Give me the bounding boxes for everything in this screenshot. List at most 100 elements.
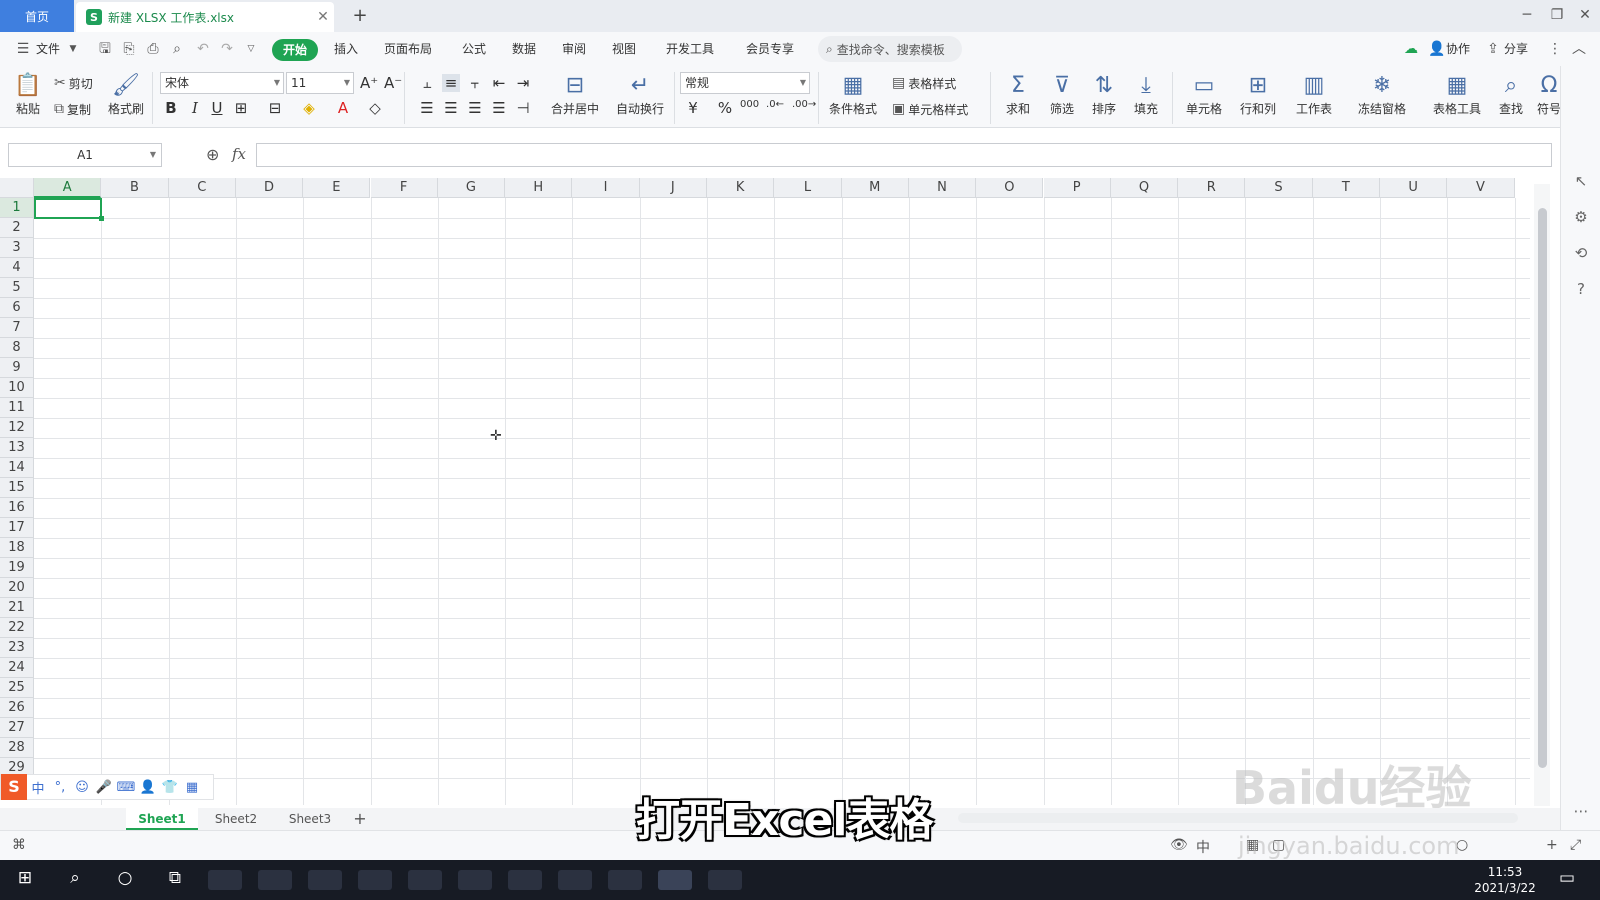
align-center-icon[interactable]: ☰	[442, 99, 460, 117]
fill-button[interactable]: ⤓ 填充	[1128, 70, 1164, 117]
zoom-in-icon[interactable]: +	[1546, 837, 1558, 853]
add-sheet-button[interactable]: +	[350, 808, 370, 830]
taskbar-app[interactable]	[558, 870, 592, 890]
font-name-select[interactable]: 宋体 ▼	[160, 72, 284, 94]
undo-icon[interactable]: ↶	[194, 40, 212, 58]
border-icon[interactable]: ⊞	[232, 99, 250, 117]
row-header[interactable]: 23	[0, 638, 34, 658]
notification-icon[interactable]: ▭	[1552, 868, 1582, 888]
italic-icon[interactable]: I	[186, 99, 204, 117]
customize-quick-access-icon[interactable]: ▽	[242, 40, 260, 58]
more-dots-icon[interactable]: ⋯	[1571, 802, 1591, 822]
hamburger-icon[interactable]: ☰	[14, 40, 32, 58]
cell-style-button[interactable]: ▣ 单元格样式	[892, 98, 968, 120]
tab-document[interactable]: S 新建 XLSX 工作表.xlsx ✕	[76, 2, 334, 32]
increase-font-icon[interactable]: A⁺	[360, 74, 378, 92]
formula-input[interactable]	[256, 143, 1552, 167]
clear-format-icon[interactable]: ◇	[366, 99, 384, 117]
user-icon[interactable]: 👤	[137, 780, 159, 795]
active-cell[interactable]	[34, 198, 104, 221]
taskbar-app[interactable]	[708, 870, 742, 890]
column-header[interactable]: E	[303, 178, 371, 198]
spreadsheet-grid[interactable]: ABCDEFGHIJKLMNOPQRSTUV 1 2 3 4 5 6 7 8 9 10 11 12 13…	[0, 178, 1532, 805]
fill-color-icon[interactable]: ◈	[300, 99, 318, 117]
system-clock[interactable]: 11:53 2021/3/22	[1470, 864, 1540, 896]
underline-icon[interactable]: U	[208, 99, 226, 117]
column-header[interactable]: G	[437, 178, 506, 198]
font-color-icon[interactable]: A	[334, 99, 352, 117]
distribute-icon[interactable]: ⊣	[514, 99, 532, 117]
select-all-corner[interactable]	[0, 178, 34, 198]
indent-decrease-icon[interactable]: ⇤	[490, 74, 508, 92]
column-header[interactable]: B	[101, 178, 169, 198]
taskbar-app[interactable]	[208, 870, 242, 890]
chevron-down-icon[interactable]: ▼	[64, 40, 82, 58]
menu-view[interactable]: 视图	[612, 40, 636, 57]
column-header[interactable]: L	[774, 178, 842, 198]
row-header[interactable]: 12	[0, 418, 34, 438]
collab-button[interactable]: 协作	[1446, 40, 1470, 57]
row-header[interactable]: 1	[0, 198, 34, 218]
taskbar-app[interactable]	[308, 870, 342, 890]
sheet-tab-3[interactable]: Sheet3	[274, 808, 346, 830]
column-header[interactable]: J	[639, 178, 707, 198]
minimize-icon[interactable]: ─	[1512, 0, 1542, 32]
share-button[interactable]: 分享	[1504, 40, 1528, 57]
justify-icon[interactable]: ☰	[490, 99, 508, 117]
collapse-ribbon-icon[interactable]: ︿	[1570, 40, 1588, 58]
worksheet-button[interactable]: ▥ 工作表	[1290, 70, 1338, 117]
align-left-icon[interactable]: ☰	[418, 99, 436, 117]
eye-protect-icon[interactable]: 👁	[1170, 837, 1188, 853]
freeze-panes-button[interactable]: ❄ 冻结窗格	[1352, 70, 1412, 117]
restore-icon[interactable]: ❐	[1542, 0, 1572, 32]
column-header[interactable]: H	[505, 178, 573, 198]
row-header[interactable]: 8	[0, 338, 34, 358]
font-size-select[interactable]: 11 ▼	[286, 72, 354, 94]
sum-button[interactable]: Σ 求和	[1000, 70, 1036, 117]
thousands-separator-icon[interactable]: 000	[740, 99, 759, 110]
punctuation-icon[interactable]: °,	[49, 780, 71, 795]
column-header[interactable]: I	[572, 178, 640, 198]
bold-icon[interactable]: B	[162, 99, 180, 117]
save-as-icon[interactable]: ⎘	[120, 40, 138, 58]
taskbar-app[interactable]	[508, 870, 542, 890]
fullscreen-icon[interactable]: ⤢	[1570, 837, 1581, 853]
column-header[interactable]: D	[235, 178, 304, 198]
skin-icon[interactable]: 👕	[159, 780, 181, 795]
print-icon[interactable]: ⎙	[144, 40, 162, 58]
chinese-mode-icon[interactable]: 中	[27, 778, 49, 797]
row-header[interactable]: 15	[0, 478, 34, 498]
property-icon[interactable]: ⚙	[1571, 208, 1591, 228]
find-button[interactable]: ⌕ 查找	[1496, 70, 1526, 117]
column-header[interactable]: T	[1312, 178, 1380, 198]
merge-center-button[interactable]: ⊟ 合并居中	[544, 70, 606, 117]
column-header[interactable]: N	[908, 178, 977, 198]
row-header[interactable]: 16	[0, 498, 34, 518]
filter-button[interactable]: ⊽ 筛选	[1044, 70, 1080, 117]
taskbar-app[interactable]	[358, 870, 392, 890]
backup-icon[interactable]: ⟲	[1571, 244, 1591, 264]
row-header[interactable]: 22	[0, 618, 34, 638]
new-tab-button[interactable]: +	[348, 4, 372, 28]
decrease-font-icon[interactable]: A⁻	[384, 74, 402, 92]
row-header[interactable]: 19	[0, 558, 34, 578]
row-header[interactable]: 14	[0, 458, 34, 478]
percent-icon[interactable]: %	[716, 99, 734, 117]
column-header[interactable]: R	[1178, 178, 1246, 198]
column-header[interactable]: F	[370, 178, 438, 198]
strikethrough-icon[interactable]: ⊟	[266, 99, 284, 117]
row-header[interactable]: 18	[0, 538, 34, 558]
wrap-text-button[interactable]: ↵ 自动换行	[610, 70, 670, 117]
row-header[interactable]: 20	[0, 578, 34, 598]
fx-icon[interactable]: fx	[232, 145, 246, 163]
column-header[interactable]: K	[707, 178, 775, 198]
close-icon[interactable]: ✕	[312, 9, 334, 25]
scroll-thumb[interactable]	[1538, 208, 1547, 768]
row-header[interactable]: 21	[0, 598, 34, 618]
menu-member[interactable]: 会员专享	[746, 40, 794, 57]
cortana-icon[interactable]: ○	[110, 868, 140, 888]
currency-icon[interactable]: ¥	[684, 99, 702, 117]
row-header[interactable]: 10	[0, 378, 34, 398]
align-bottom-icon[interactable]: ⫟	[466, 74, 484, 92]
table-style-button[interactable]: ▤ 表格样式	[892, 72, 956, 94]
